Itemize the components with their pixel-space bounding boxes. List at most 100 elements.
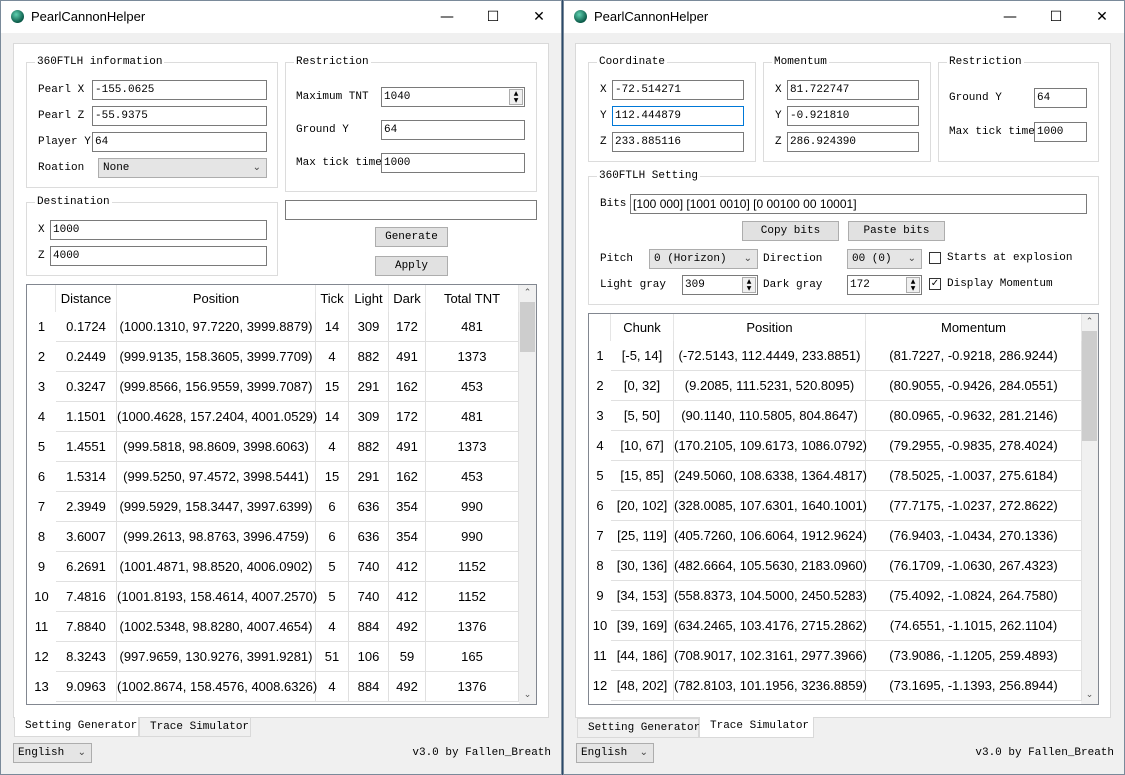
table-cell[interactable]: 740 (349, 582, 389, 612)
table-cell[interactable]: (328.0085, 107.6301, 1640.1001) (674, 491, 867, 521)
table-cell[interactable]: 172 (389, 402, 426, 432)
table-cell[interactable]: 9.0963 (56, 672, 117, 702)
row-number[interactable]: 3 (27, 372, 56, 402)
spinner-arrows-icon[interactable]: ▲ ▼ (742, 277, 756, 293)
dest-x-input[interactable]: 1000 (50, 220, 267, 240)
pitch-select[interactable]: 0 (Horizon) ⌄ (649, 249, 758, 269)
maximize-button[interactable]: ☐ (1033, 1, 1079, 33)
table-cell[interactable]: 7.8840 (56, 612, 117, 642)
table-cell[interactable]: 1.4551 (56, 432, 117, 462)
row-number[interactable]: 2 (589, 371, 611, 401)
table-cell[interactable]: [25, 119] (611, 521, 674, 551)
table-cell[interactable]: (90.1140, 110.5805, 804.8647) (674, 401, 866, 431)
copy-bits-button[interactable]: Copy bits (742, 221, 839, 241)
table-cell[interactable]: [20, 102] (611, 491, 674, 521)
column-header[interactable] (27, 285, 56, 312)
table-cell[interactable]: 6.2691 (56, 552, 117, 582)
momentum-x-input[interactable]: 81.722747 (787, 80, 919, 100)
table-cell[interactable]: 309 (349, 402, 389, 432)
table-cell[interactable]: 354 (389, 492, 426, 522)
table-cell[interactable]: 165 (426, 642, 519, 672)
table-cell[interactable]: 740 (349, 552, 389, 582)
table-cell[interactable]: 51 (316, 642, 349, 672)
spinner-arrows-icon[interactable]: ▲ ▼ (509, 89, 523, 105)
scrollbar-thumb[interactable] (1082, 331, 1097, 441)
coord-x-input[interactable]: -72.514271 (612, 80, 744, 100)
table-cell[interactable]: (482.6664, 105.5630, 2183.0960) (674, 551, 867, 581)
table-cell[interactable]: (9.2085, 111.5231, 520.8095) (674, 371, 866, 401)
table-cell[interactable]: 1.5314 (56, 462, 117, 492)
table-cell[interactable]: 291 (349, 462, 389, 492)
title-bar[interactable]: PearlCannonHelper — ☐ ✕ (1, 1, 561, 33)
close-button[interactable]: ✕ (1079, 1, 1125, 33)
table-cell[interactable]: 453 (426, 372, 519, 402)
table-cell[interactable]: (73.1695, -1.1393, 256.8944) (866, 671, 1082, 701)
column-header[interactable]: Tick (316, 285, 349, 312)
table-cell[interactable]: 491 (389, 342, 426, 372)
table-cell[interactable]: (708.9017, 102.3161, 2977.3966) (674, 641, 867, 671)
table-cell[interactable]: 162 (389, 372, 426, 402)
title-bar[interactable]: PearlCannonHelper — ☐ ✕ (564, 1, 1124, 33)
table-cell[interactable]: (405.7260, 106.6064, 1912.9624) (674, 521, 867, 551)
scroll-up-icon[interactable]: ⌃ (1081, 314, 1098, 331)
table-cell[interactable]: 882 (349, 342, 389, 372)
table-cell[interactable]: 636 (349, 492, 389, 522)
pearl-z-input[interactable]: -55.9375 (92, 106, 267, 126)
table-cell[interactable]: (77.7175, -1.0237, 272.8622) (866, 491, 1082, 521)
table-cell[interactable]: (999.8566, 156.9559, 3999.7087) (117, 372, 316, 402)
table-cell[interactable]: (75.4092, -1.0824, 264.7580) (866, 581, 1082, 611)
table-cell[interactable]: (1002.5348, 98.8280, 4007.4654) (117, 612, 316, 642)
scroll-down-icon[interactable]: ⌄ (519, 687, 536, 704)
table-cell[interactable]: 453 (426, 462, 519, 492)
momentum-z-input[interactable]: 286.924390 (787, 132, 919, 152)
apply-button[interactable]: Apply (375, 256, 448, 276)
table-cell[interactable]: 636 (349, 522, 389, 552)
table-scrollbar[interactable]: ⌃ ⌄ (1081, 314, 1098, 704)
close-button[interactable]: ✕ (516, 1, 562, 33)
tab-setting-generator[interactable]: Setting Generator (577, 718, 700, 738)
row-number[interactable]: 10 (589, 611, 611, 641)
display-momentum-checkbox[interactable]: ✓ (929, 278, 941, 290)
max-tnt-spinner[interactable]: 1040 ▲ ▼ (381, 87, 525, 107)
coord-z-input[interactable]: 233.885116 (612, 132, 744, 152)
table-scrollbar[interactable]: ⌃ ⌄ (519, 285, 536, 704)
momentum-y-input[interactable]: -0.921810 (787, 106, 919, 126)
table-cell[interactable]: 7.4816 (56, 582, 117, 612)
tab-trace-simulator[interactable]: Trace Simulator (139, 717, 251, 737)
table-cell[interactable]: (76.9403, -1.0434, 270.1336) (866, 521, 1082, 551)
table-cell[interactable]: 884 (349, 612, 389, 642)
table-cell[interactable]: 4 (316, 342, 349, 372)
table-cell[interactable]: 882 (349, 432, 389, 462)
table-cell[interactable]: 1.1501 (56, 402, 117, 432)
scroll-down-icon[interactable]: ⌄ (1081, 687, 1098, 704)
tab-setting-generator[interactable]: Setting Generator (14, 717, 139, 737)
table-cell[interactable]: 59 (389, 642, 426, 672)
column-header[interactable]: Chunk (611, 314, 674, 341)
column-header[interactable]: Light (349, 285, 389, 312)
row-number[interactable]: 8 (589, 551, 611, 581)
row-number[interactable]: 12 (589, 671, 611, 701)
status-textbox[interactable] (285, 200, 537, 220)
table-cell[interactable]: 8.3243 (56, 642, 117, 672)
table-cell[interactable]: 354 (389, 522, 426, 552)
table-cell[interactable]: 1373 (426, 432, 519, 462)
row-number[interactable]: 1 (589, 341, 611, 371)
table-cell[interactable]: [34, 153] (611, 581, 674, 611)
row-number[interactable]: 2 (27, 342, 56, 372)
table-cell[interactable]: 884 (349, 672, 389, 702)
table-cell[interactable]: 14 (316, 402, 349, 432)
column-header[interactable]: Momentum (866, 314, 1082, 341)
dark-gray-spinner[interactable]: 172 ▲ ▼ (847, 275, 922, 295)
row-number[interactable]: 3 (589, 401, 611, 431)
row-number[interactable]: 4 (27, 402, 56, 432)
table-cell[interactable]: 5 (316, 552, 349, 582)
table-cell[interactable]: 14 (316, 312, 349, 342)
table-cell[interactable]: (80.9055, -0.9426, 284.0551) (866, 371, 1082, 401)
table-cell[interactable]: 4 (316, 612, 349, 642)
row-number[interactable]: 5 (589, 461, 611, 491)
table-cell[interactable]: 1376 (426, 672, 519, 702)
coord-y-input[interactable]: 112.444879 (612, 106, 744, 126)
table-cell[interactable]: [-5, 14] (611, 341, 674, 371)
direction-select[interactable]: 00 (0) ⌄ (847, 249, 922, 269)
table-cell[interactable]: (1000.4628, 157.2404, 4001.0529) (117, 402, 317, 432)
